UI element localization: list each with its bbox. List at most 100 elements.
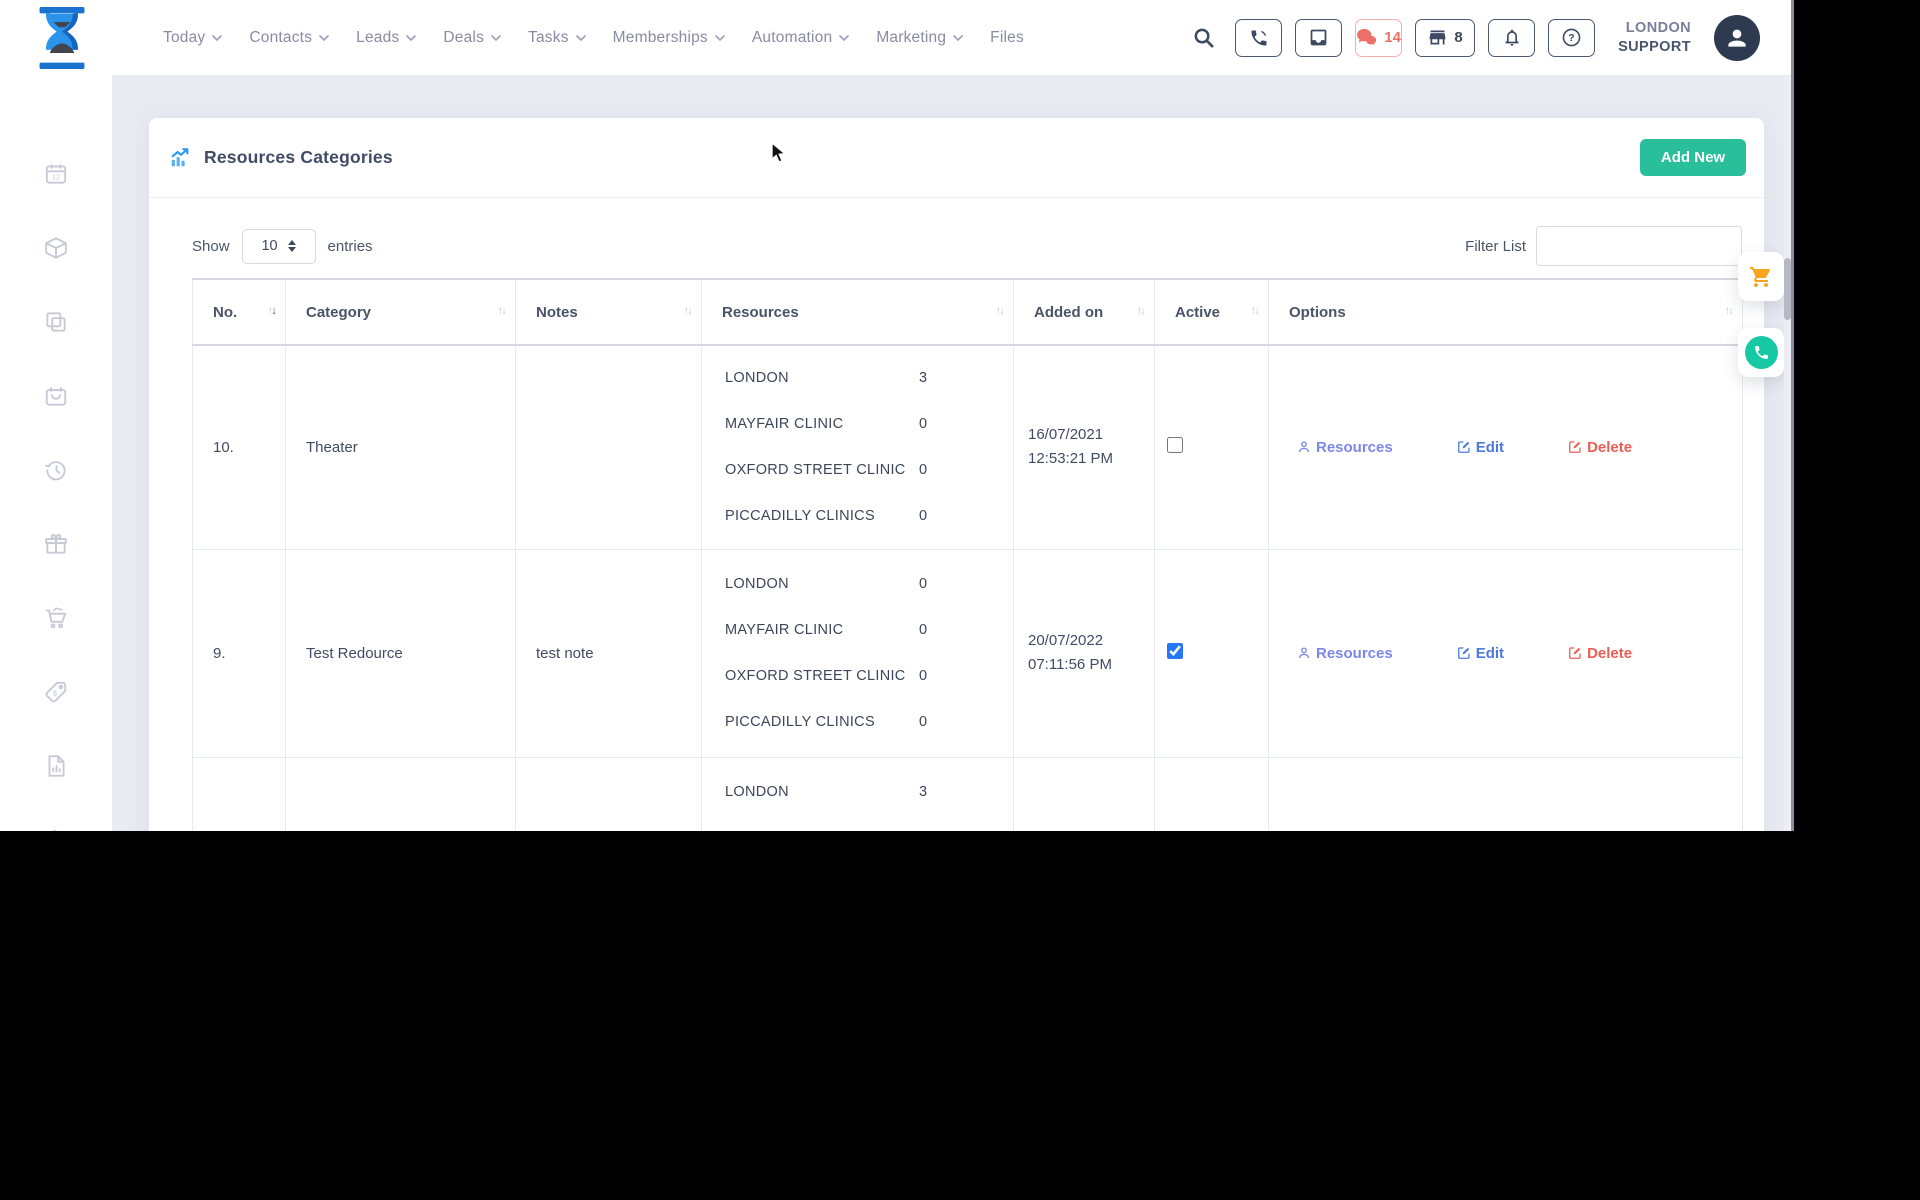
nav-item-marketing[interactable]: Marketing bbox=[876, 29, 963, 47]
th-label: Active bbox=[1175, 303, 1221, 321]
sort-icon: ↑ ↓ bbox=[1724, 305, 1734, 318]
cell-notes bbox=[515, 344, 702, 550]
resources-categories-table: No. ↑ ↓ Category ↑ ↓ Notes ↑ ↓ Resources ↑ ↓ Add… bbox=[192, 278, 1743, 831]
added-date: 16/07/2021 bbox=[1028, 426, 1104, 444]
cell-options: Resources Edit Delete bbox=[1268, 344, 1743, 550]
resource-name: OXFORD STREET CLINIC bbox=[725, 462, 906, 479]
th-active[interactable]: Active ↑ ↓ bbox=[1154, 278, 1269, 346]
sidebar-item-bookings[interactable] bbox=[43, 383, 69, 409]
page-title: Resources Categories bbox=[204, 147, 393, 167]
th-category[interactable]: Category ↑ ↓ bbox=[285, 278, 516, 346]
copy-pages-icon bbox=[46, 312, 66, 332]
inbox-button[interactable] bbox=[1295, 18, 1343, 57]
th-notes[interactable]: Notes ↑ ↓ bbox=[515, 278, 702, 346]
nav-item-today[interactable]: Today bbox=[163, 29, 223, 47]
th-label: Notes bbox=[536, 303, 578, 321]
th-resources[interactable]: Resources ↑ ↓ bbox=[701, 278, 1014, 346]
cell-notes: test note bbox=[515, 548, 702, 758]
delete-link[interactable]: Delete bbox=[1568, 439, 1632, 456]
phone-circle bbox=[1744, 336, 1778, 369]
nav-item-leads[interactable]: Leads bbox=[356, 28, 417, 47]
person-icon bbox=[1298, 647, 1310, 659]
sidebar-item-pricing[interactable]: $ bbox=[43, 679, 69, 705]
resources-categories-card: Resources Categories Add New Show 10 ent… bbox=[149, 118, 1764, 831]
sidebar-item-orders[interactable] bbox=[43, 605, 69, 631]
edit-square-icon bbox=[1457, 441, 1470, 454]
cart-icon bbox=[1750, 266, 1770, 287]
resource-line: PICCADILLY CLINICS 0 bbox=[702, 493, 1013, 539]
scrollbar-track[interactable] bbox=[1784, 76, 1791, 831]
sidebar-item-reports[interactable] bbox=[43, 753, 69, 779]
user-name-line2: SUPPORT bbox=[1618, 38, 1691, 55]
active-checkbox[interactable] bbox=[1167, 643, 1183, 659]
resource-name: LONDON bbox=[725, 576, 789, 592]
gift-icon bbox=[45, 534, 67, 554]
bell-icon bbox=[1504, 29, 1519, 46]
chevron-down-icon bbox=[406, 35, 417, 42]
active-checkbox[interactable] bbox=[1167, 437, 1183, 454]
nav-item-tasks[interactable]: Tasks bbox=[528, 29, 586, 47]
search-button[interactable] bbox=[1192, 26, 1215, 49]
resource-count: 0 bbox=[919, 416, 928, 433]
resource-name: MAYFAIR CLINIC bbox=[725, 622, 844, 638]
help-button[interactable]: ? bbox=[1548, 18, 1596, 57]
nav-item-deals[interactable]: Deals bbox=[443, 29, 501, 47]
th-added-on[interactable]: Added on ↑ ↓ bbox=[1013, 278, 1155, 346]
sort-icon: ↑ ↓ bbox=[1136, 305, 1146, 318]
sidebar-item-copy[interactable] bbox=[43, 309, 69, 335]
chevron-down-icon bbox=[319, 35, 329, 42]
nav-item-contacts[interactable]: Contacts bbox=[249, 29, 329, 47]
card-header: Resources Categories Add New bbox=[149, 118, 1764, 198]
resource-line: MAYFAIR CLINIC 0 bbox=[702, 607, 1013, 653]
th-label: Resources bbox=[722, 303, 799, 321]
cell-active bbox=[1154, 344, 1269, 550]
cell-resources: LONDON 0 MAYFAIR CLINIC 0 OXFORD STREET CL… bbox=[701, 548, 1014, 758]
cell-added-on bbox=[1013, 756, 1155, 831]
filter-control: Filter List bbox=[1465, 226, 1742, 266]
nav-label: Files bbox=[990, 28, 1024, 46]
sort-icon: ↑ ↓ bbox=[683, 305, 693, 318]
add-new-button[interactable]: Add New bbox=[1640, 139, 1746, 176]
link-label: Resources bbox=[1316, 644, 1393, 662]
app-logo[interactable] bbox=[31, 6, 93, 69]
sidebar-item-settings[interactable] bbox=[43, 827, 69, 831]
user-avatar-icon bbox=[1728, 29, 1746, 47]
chat-button[interactable]: 14 bbox=[1355, 18, 1403, 57]
edit-link[interactable]: Edit bbox=[1457, 439, 1504, 456]
nav-item-files[interactable]: Files bbox=[990, 29, 1024, 47]
edit-link[interactable]: Edit bbox=[1457, 645, 1504, 662]
nav-label: Leads bbox=[356, 28, 400, 46]
report-document-icon bbox=[48, 755, 65, 777]
nav-item-automation[interactable]: Automation bbox=[752, 29, 850, 47]
resource-line: PICCADILLY CLINICS 0 bbox=[702, 699, 1013, 745]
table-row: LONDON 3 bbox=[192, 756, 1743, 831]
scrollbar-thumb[interactable] bbox=[1784, 258, 1791, 320]
delete-link[interactable]: Delete bbox=[1568, 645, 1632, 662]
cell-active bbox=[1154, 756, 1269, 831]
floating-phone-button[interactable] bbox=[1738, 328, 1784, 377]
filter-label: Filter List bbox=[1465, 237, 1526, 255]
floating-cart-button[interactable] bbox=[1738, 252, 1784, 301]
filter-input[interactable] bbox=[1536, 226, 1742, 266]
phone-button[interactable] bbox=[1235, 18, 1283, 57]
th-label: No. bbox=[213, 303, 238, 321]
chevron-down-icon bbox=[575, 35, 586, 42]
th-options[interactable]: Options ↑ ↓ bbox=[1268, 278, 1743, 346]
help-icon: ? bbox=[1562, 28, 1581, 47]
navbar-right-cluster: 14 8 ? LONDON SUPPORT bbox=[1192, 14, 1760, 61]
resources-link[interactable]: Resources bbox=[1297, 645, 1393, 662]
sidebar-item-gifts[interactable] bbox=[43, 531, 69, 557]
resources-link[interactable]: Resources bbox=[1297, 439, 1393, 456]
inbox-icon bbox=[1310, 29, 1327, 46]
nav-item-memberships[interactable]: Memberships bbox=[613, 29, 725, 47]
sort-icon: ↑ ↓ bbox=[267, 305, 277, 318]
page-size-select[interactable]: 10 bbox=[241, 228, 316, 264]
store-button[interactable]: 8 bbox=[1415, 18, 1476, 57]
sidebar-item-packages[interactable] bbox=[43, 235, 69, 261]
th-no[interactable]: No. ↑ ↓ bbox=[192, 278, 286, 346]
chart-growth-icon bbox=[171, 147, 189, 166]
avatar[interactable] bbox=[1714, 14, 1760, 61]
sidebar-item-calendar[interactable]: 12 bbox=[43, 161, 69, 187]
sidebar-item-history[interactable] bbox=[43, 457, 69, 483]
notifications-button[interactable] bbox=[1488, 18, 1536, 57]
